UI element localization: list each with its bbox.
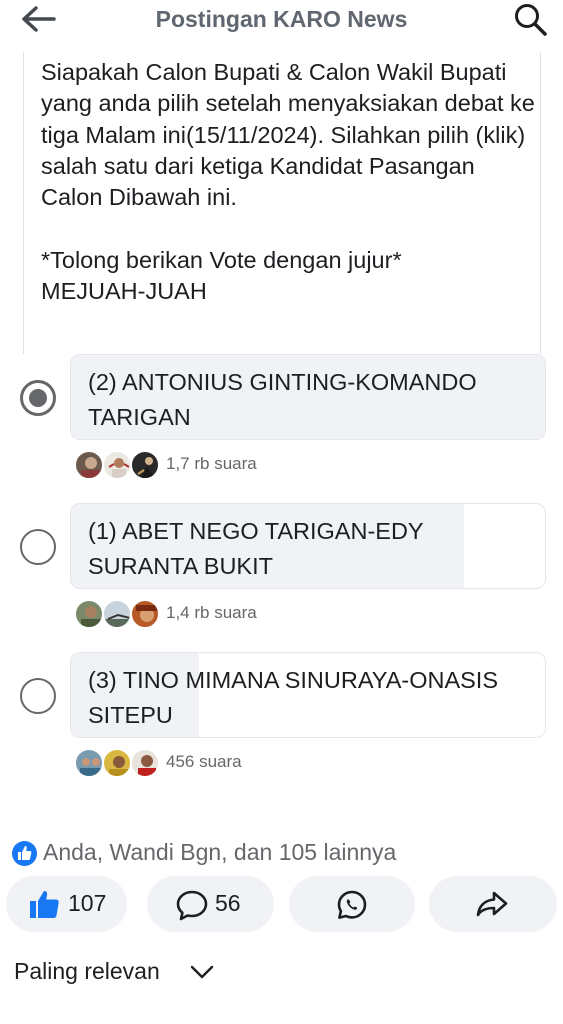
page-title: Postingan KARO News xyxy=(155,6,408,32)
radio-unselected[interactable] xyxy=(20,529,56,565)
vote-count: 456 suara xyxy=(166,752,242,771)
top-bar: Postingan KARO News xyxy=(0,0,563,38)
post-text: Siapakah Calon Bupati & Calon Wakil Bupa… xyxy=(41,59,535,305)
comment-button[interactable]: 56 xyxy=(147,876,274,932)
avatar xyxy=(130,748,160,778)
chevron-down-icon[interactable] xyxy=(189,962,215,982)
comment-icon xyxy=(176,890,208,921)
search-button[interactable] xyxy=(513,2,549,36)
like-icon xyxy=(12,841,37,866)
thumbs-up-icon xyxy=(30,891,59,918)
poll-option-label: (3) TINO MIMANA SINURAYA-ONASIS SITEPU xyxy=(88,667,498,728)
avatar xyxy=(130,450,160,480)
share-button[interactable] xyxy=(429,876,557,932)
search-icon xyxy=(515,4,547,36)
poll-option-box[interactable]: (3) TINO MIMANA SINURAYA-ONASIS SITEPU xyxy=(70,652,546,738)
vote-count: 1,7 rb suara xyxy=(166,454,257,473)
avatar xyxy=(102,599,132,629)
comment-sort-label[interactable]: Paling relevan xyxy=(14,958,160,985)
whatsapp-button[interactable] xyxy=(289,876,415,932)
poll-option-label: (1) ABET NEGO TARIGAN-EDY SURANTA BUKIT xyxy=(88,518,424,579)
poll-option-label: (2) ANTONIUS GINTING-KOMANDO TARIGAN xyxy=(88,369,477,430)
radio-unselected[interactable] xyxy=(20,678,56,714)
like-count: 107 xyxy=(68,890,107,916)
poll-option-box[interactable]: (1) ABET NEGO TARIGAN-EDY SURANTA BUKIT xyxy=(70,503,546,589)
whatsapp-icon xyxy=(337,890,367,919)
comment-count: 56 xyxy=(215,890,241,916)
poll-option-box[interactable]: (2) ANTONIUS GINTING-KOMANDO TARIGAN xyxy=(70,354,546,440)
avatar xyxy=(102,748,132,778)
post-body: Siapakah Calon Bupati & Calon Wakil Bupa… xyxy=(23,52,541,354)
avatar xyxy=(74,748,104,778)
reactions-text: Anda, Wandi Bgn, dan 105 lainnya xyxy=(43,839,397,865)
avatar xyxy=(102,450,132,480)
avatar xyxy=(74,599,104,629)
radio-selected[interactable] xyxy=(20,380,56,416)
avatar xyxy=(130,599,160,629)
share-icon xyxy=(476,891,508,917)
like-button[interactable]: 107 xyxy=(6,876,127,932)
avatar xyxy=(74,450,104,480)
vote-count: 1,4 rb suara xyxy=(166,603,257,622)
